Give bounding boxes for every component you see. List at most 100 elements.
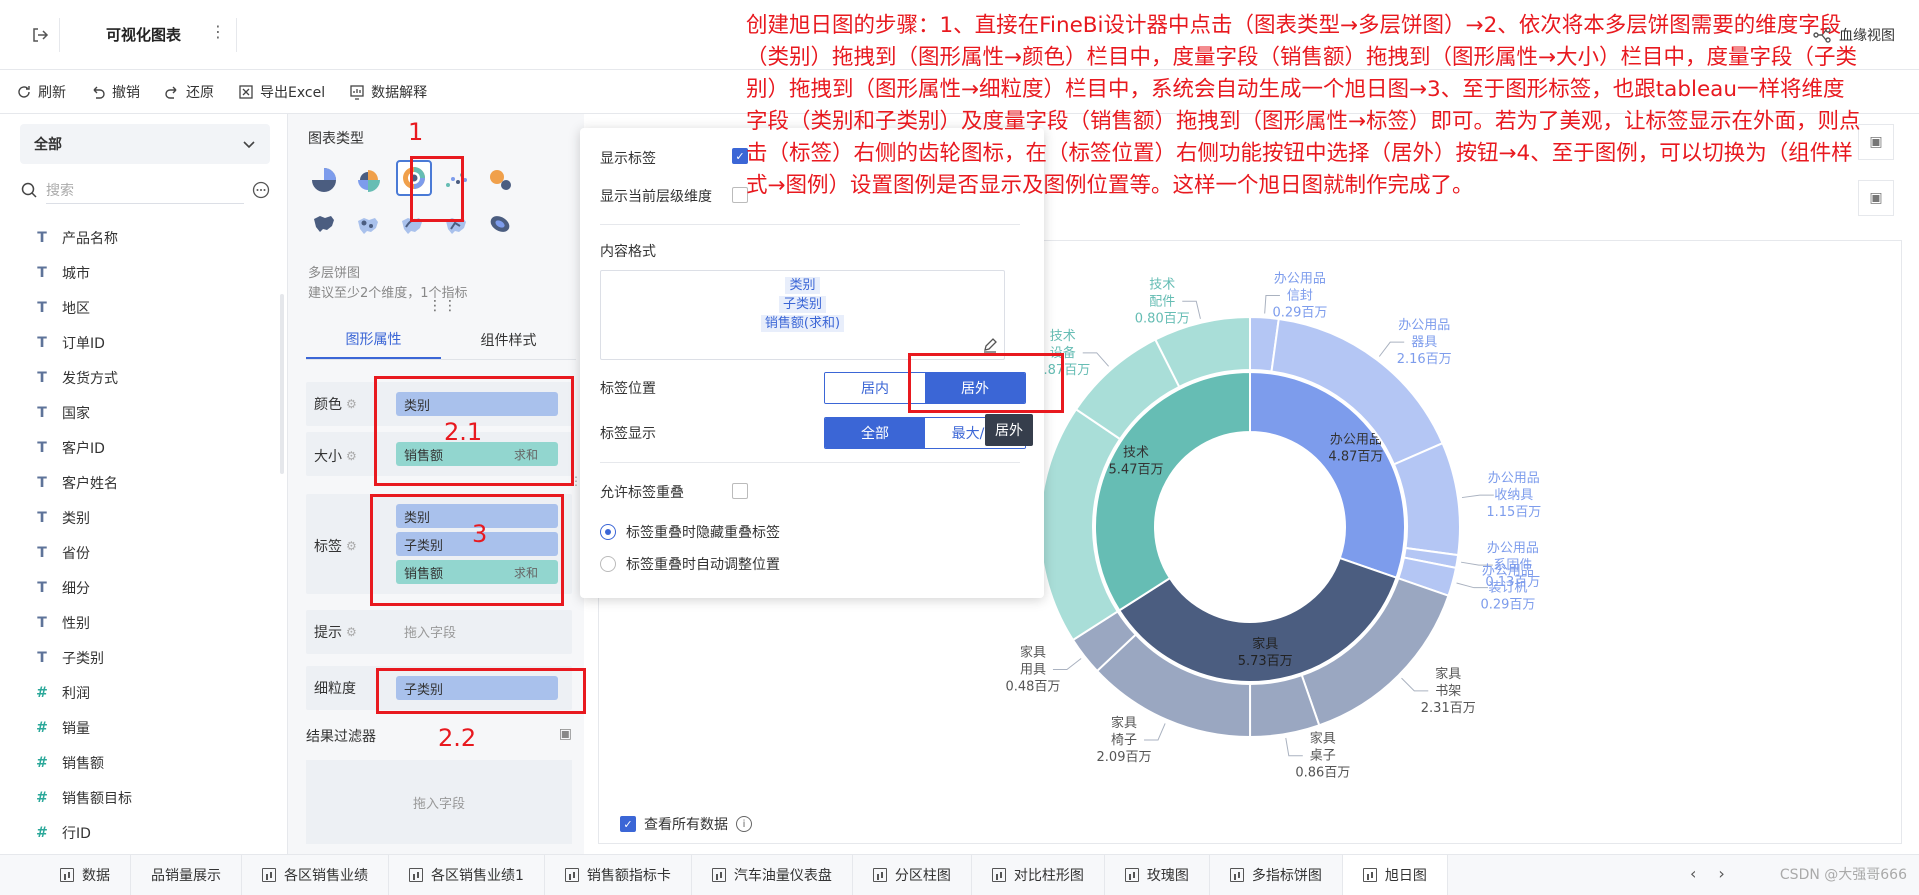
gear-icon[interactable]: ⚙ bbox=[346, 539, 357, 553]
gear-icon[interactable]: ⚙ bbox=[346, 625, 357, 639]
dataset-select[interactable]: 全部 bbox=[20, 124, 270, 164]
chart-settings-button[interactable]: ▣ bbox=[1858, 124, 1894, 160]
data-explain-icon bbox=[350, 84, 364, 100]
field-item[interactable]: T 省份 bbox=[36, 535, 266, 570]
back-button[interactable] bbox=[20, 18, 60, 52]
sheet-tab[interactable]: 旭日图 bbox=[1342, 854, 1448, 895]
allow-overlap-text: 允许标签重叠 bbox=[600, 485, 684, 501]
info-icon[interactable]: i bbox=[736, 816, 752, 832]
sheet-tab[interactable]: 销售额指标卡 bbox=[545, 854, 692, 895]
annotation-text: 创建旭日图的步骤：1、直接在FineBi设计器中点击（图表类型→多层饼图）→2、… bbox=[746, 13, 1861, 198]
radio-button[interactable] bbox=[600, 556, 616, 572]
edit-icon[interactable] bbox=[982, 337, 998, 353]
tooltip: 居外 bbox=[985, 414, 1033, 446]
allow-overlap-row: 允许标签重叠 bbox=[600, 482, 684, 502]
sheet-tab-label: 分区柱图 bbox=[894, 868, 951, 884]
region-map-icon[interactable] bbox=[308, 208, 340, 240]
sheet-tab[interactable]: 多指标饼图 bbox=[1210, 854, 1343, 895]
field-item[interactable]: T 订单ID bbox=[36, 325, 266, 360]
sheet-tab-label: 品销量展示 bbox=[151, 868, 221, 884]
gear-icon[interactable]: ⚙ bbox=[346, 397, 357, 411]
rose-chart-icon[interactable] bbox=[352, 164, 384, 196]
sheet-tab[interactable]: 数据 bbox=[0, 854, 131, 895]
field-item[interactable]: # 销售额 bbox=[36, 745, 266, 780]
field-item[interactable]: # 利润 bbox=[36, 675, 266, 710]
undo-button[interactable]: 撤销 bbox=[90, 82, 140, 102]
text-field-icon: T bbox=[37, 229, 47, 246]
annotation-box-outside bbox=[908, 353, 1064, 413]
field-item[interactable]: # 行ID bbox=[36, 815, 266, 850]
field-item[interactable]: T 子类别 bbox=[36, 640, 266, 675]
scrollbar[interactable] bbox=[280, 294, 284, 474]
field-item[interactable]: T 类别 bbox=[36, 500, 266, 535]
bubble-chart-icon[interactable] bbox=[484, 164, 516, 196]
field-item[interactable]: # 销量 bbox=[36, 710, 266, 745]
redo-button[interactable]: 还原 bbox=[164, 82, 214, 102]
format-tag[interactable]: 子类别 bbox=[778, 296, 826, 313]
field-item[interactable]: T 国家 bbox=[36, 395, 266, 430]
tab-pager: ‹ › bbox=[1690, 864, 1725, 883]
allow-overlap-checkbox[interactable] bbox=[732, 483, 748, 499]
field-item[interactable]: T 客户ID bbox=[36, 430, 266, 465]
overlap-hide-text: 标签重叠时隐藏重叠标签 bbox=[626, 525, 780, 541]
refresh-button[interactable]: 刷新 bbox=[16, 82, 66, 102]
next-tab-button[interactable]: › bbox=[1718, 864, 1724, 883]
format-tag[interactable]: 销售额(求和) bbox=[760, 315, 845, 332]
view-all-checkbox[interactable]: ✓ bbox=[620, 816, 636, 832]
sheet-tab-label: 数据 bbox=[82, 868, 110, 884]
gear-icon[interactable]: ⚙ bbox=[346, 449, 357, 463]
outer-segment-label: 办公用品收纳具 1.15百万 bbox=[1486, 471, 1541, 520]
sheet-tab[interactable]: 品销量展示 bbox=[131, 854, 242, 895]
point-map-icon[interactable] bbox=[352, 208, 384, 240]
drag-handle[interactable]: ⋮⋮ bbox=[428, 298, 458, 314]
radio-button[interactable] bbox=[600, 524, 616, 540]
sheet-tab[interactable]: 各区销售业绩1 bbox=[389, 854, 545, 895]
overlap-adjust-option[interactable]: 标签重叠时自动调整位置 bbox=[600, 554, 780, 574]
display-all-option[interactable]: 全部 bbox=[825, 418, 925, 448]
sheet-tab[interactable]: 汽车油量仪表盘 bbox=[692, 854, 853, 895]
custom-map-icon[interactable] bbox=[484, 208, 516, 240]
tab-component-style[interactable]: 组件样式 bbox=[441, 320, 576, 359]
field-item[interactable]: T 客户姓名 bbox=[36, 465, 266, 500]
pie-chart-icon[interactable] bbox=[308, 164, 340, 196]
field-item[interactable]: T 发货方式 bbox=[36, 360, 266, 395]
format-tag[interactable]: 类别 bbox=[785, 277, 820, 294]
result-filter-drop-zone[interactable]: 拖入字段 bbox=[306, 760, 572, 844]
outer-segment-label: 办公用品装订机 0.29百万 bbox=[1480, 564, 1535, 613]
view-all-data-option[interactable]: ✓ 查看所有数据 i bbox=[620, 814, 752, 834]
content-format-editor[interactable]: 类别 子类别 销售额(求和) bbox=[600, 270, 1005, 360]
watermark: CSDN @大强哥666 bbox=[1779, 867, 1907, 883]
field-item[interactable]: T 产品名称 bbox=[36, 220, 266, 255]
export-excel-button[interactable]: 导出Excel bbox=[238, 82, 325, 102]
prev-tab-button[interactable]: ‹ bbox=[1690, 864, 1696, 883]
field-item[interactable]: T 性别 bbox=[36, 605, 266, 640]
field-item[interactable]: T 城市 bbox=[36, 255, 266, 290]
more-options-icon[interactable]: ⋮ bbox=[210, 22, 226, 41]
chart-icon bbox=[1362, 868, 1377, 882]
search-input[interactable]: 搜索 bbox=[46, 176, 244, 204]
more-circle-icon[interactable] bbox=[252, 181, 270, 199]
sheet-tab[interactable]: 玫瑰图 bbox=[1105, 854, 1210, 895]
field-name: 类别 bbox=[62, 510, 90, 527]
field-item[interactable]: T 地区 bbox=[36, 290, 266, 325]
filter-settings-icon[interactable]: ▣ bbox=[559, 726, 572, 746]
field-item[interactable]: T 细分 bbox=[36, 570, 266, 605]
field-name: 地区 bbox=[62, 300, 90, 317]
sheet-tab-label: 多指标饼图 bbox=[1251, 868, 1322, 884]
sheet-tab[interactable]: 各区销售业绩 bbox=[242, 854, 389, 895]
show-label-text: 显示标签 bbox=[600, 151, 656, 167]
size-label: 大小 bbox=[314, 449, 342, 465]
field-item[interactable]: # 销售额目标 bbox=[36, 780, 266, 815]
sheet-tab[interactable]: 对比柱形图 bbox=[972, 854, 1105, 895]
color-label: 颜色 bbox=[314, 397, 342, 413]
drop-zone[interactable]: 拖入字段 bbox=[404, 622, 456, 641]
tab-graphic-props[interactable]: 图形属性 bbox=[306, 320, 441, 359]
excel-icon bbox=[239, 84, 253, 99]
data-explain-button[interactable]: 数据解释 bbox=[349, 82, 427, 102]
label-leader-line bbox=[1461, 494, 1494, 499]
chart-settings-button[interactable]: ▣ bbox=[1858, 180, 1894, 216]
sheet-tab[interactable]: 分区柱图 bbox=[853, 854, 972, 895]
prop-label: 大小 ⚙ bbox=[314, 446, 357, 466]
sheet-tab-label: 销售额指标卡 bbox=[586, 868, 671, 884]
overlap-hide-option[interactable]: 标签重叠时隐藏重叠标签 bbox=[600, 522, 780, 542]
